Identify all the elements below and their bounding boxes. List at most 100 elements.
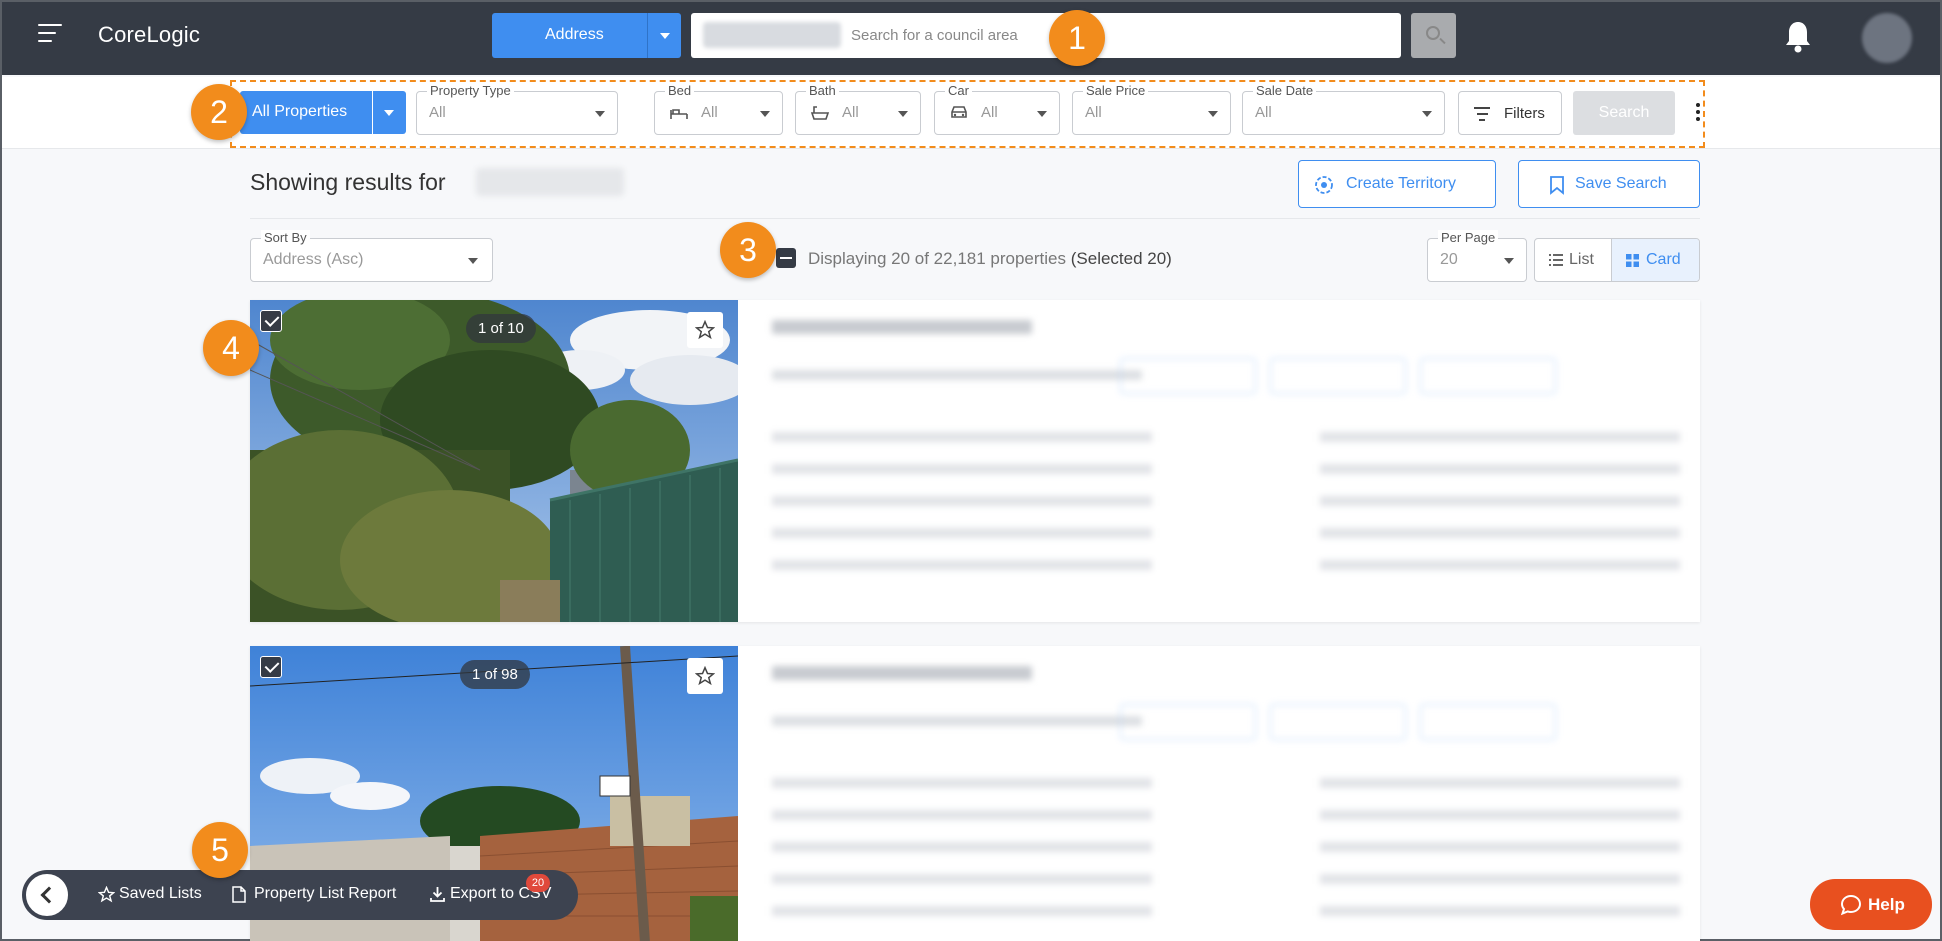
create-territory-label: Create Territory — [1346, 175, 1456, 192]
bed-icon — [670, 109, 688, 119]
list-view-label: List — [1569, 251, 1594, 268]
sort-by-value: Address (Asc) — [263, 251, 364, 268]
app-logo[interactable]: CoreLogic — [98, 22, 200, 48]
property-type-label: Property Type — [427, 83, 514, 98]
car-icon — [951, 106, 967, 118]
step-marker-3: 3 — [720, 222, 776, 278]
top-navbar: CoreLogic Address Search for a council a… — [2, 2, 1940, 75]
target-location-icon — [1315, 176, 1333, 194]
save-search-button[interactable]: Save Search — [1518, 160, 1700, 208]
property-scope-button[interactable]: All Properties — [240, 91, 372, 134]
caret-down-icon — [1208, 111, 1218, 117]
bath-select[interactable]: Bath All — [795, 83, 921, 135]
card-view-label: Card — [1646, 251, 1681, 268]
caret-down-icon — [468, 258, 478, 264]
sale-price-select[interactable]: Sale Price All — [1072, 83, 1231, 135]
sale-date-label: Sale Date — [1253, 83, 1317, 98]
property-type-value: All — [429, 104, 446, 121]
saved-lists-label: Saved Lists — [119, 885, 202, 902]
caret-down-icon — [595, 111, 605, 117]
search-input[interactable]: Search for a council area — [691, 13, 1401, 58]
caret-down-icon — [660, 33, 670, 39]
bath-label: Bath — [806, 83, 839, 98]
sort-by-label: Sort By — [261, 230, 310, 245]
redacted-location-name — [476, 168, 624, 196]
download-icon — [430, 887, 445, 902]
sale-price-label: Sale Price — [1083, 83, 1149, 98]
selected-count: (Selected 20) — [1070, 249, 1172, 268]
more-options-icon[interactable] — [1696, 103, 1700, 123]
caret-down-icon — [1422, 111, 1432, 117]
property-scope-dropdown-toggle[interactable] — [373, 91, 406, 134]
collapse-bar-button[interactable] — [24, 872, 70, 918]
property-photo[interactable] — [250, 300, 738, 622]
filter-search-button[interactable]: Search — [1573, 91, 1675, 135]
step-marker-4: 4 — [203, 320, 259, 376]
step-marker-2: 2 — [191, 84, 247, 140]
help-label: Help — [1868, 895, 1905, 914]
bed-label: Bed — [665, 83, 695, 98]
filters-button-label: Filters — [1504, 105, 1545, 122]
chevron-left-icon — [40, 886, 58, 904]
search-mode-button[interactable]: Address — [492, 13, 647, 58]
photo-counter: 1 of 98 — [460, 660, 530, 689]
sale-date-value: All — [1255, 104, 1272, 121]
list-view-button[interactable]: List — [1535, 239, 1611, 281]
help-button[interactable]: Help — [1810, 879, 1932, 930]
menu-icon[interactable] — [38, 24, 62, 44]
photo-counter: 1 of 10 — [466, 314, 536, 343]
per-page-value: 20 — [1440, 251, 1458, 268]
step-marker-5: 5 — [192, 822, 248, 878]
bottom-action-bar: Saved Lists Property List Report Export … — [22, 870, 578, 920]
bath-icon — [810, 106, 830, 120]
grid-icon — [1626, 254, 1639, 267]
results-count-text: Displaying 20 of 22,181 properties — [808, 249, 1066, 268]
filters-button[interactable]: Filters — [1458, 91, 1562, 135]
property-select-checkbox[interactable] — [260, 656, 282, 678]
bed-value: All — [701, 104, 718, 121]
save-search-label: Save Search — [1575, 175, 1667, 192]
search-mode-dropdown-toggle[interactable] — [647, 13, 681, 58]
sale-price-value: All — [1085, 104, 1102, 121]
car-value: All — [981, 104, 998, 121]
caret-down-icon — [898, 111, 908, 117]
property-select-checkbox[interactable] — [260, 310, 282, 332]
card-view-button[interactable]: Card — [1611, 239, 1699, 281]
caret-down-icon — [1037, 111, 1047, 117]
step-marker-1: 1 — [1049, 10, 1105, 66]
property-details-redacted — [760, 300, 1700, 622]
search-button[interactable] — [1411, 13, 1456, 58]
user-avatar[interactable] — [1862, 13, 1912, 63]
sale-date-select[interactable]: Sale Date All — [1242, 83, 1445, 135]
results-heading: Showing results for — [250, 169, 446, 195]
header-divider — [250, 218, 1700, 219]
car-select[interactable]: Car All — [934, 83, 1060, 135]
property-details-redacted — [760, 646, 1700, 941]
chat-bubble-icon — [1840, 894, 1862, 916]
per-page-select[interactable]: Per Page 20 — [1427, 230, 1527, 282]
search-placeholder: Search for a council area — [851, 27, 1018, 44]
document-icon — [232, 886, 246, 903]
notification-bell-icon[interactable] — [1784, 20, 1812, 54]
sort-by-select[interactable]: Sort By Address (Asc) — [250, 230, 493, 282]
star-icon — [98, 886, 115, 903]
bed-select[interactable]: Bed All — [654, 83, 783, 135]
caret-down-icon — [384, 110, 394, 116]
search-icon — [1426, 26, 1440, 40]
bath-value: All — [842, 104, 859, 121]
create-territory-button[interactable]: Create Territory — [1298, 160, 1496, 208]
favourite-star-icon[interactable] — [687, 658, 723, 694]
property-card[interactable]: 1 of 10 — [250, 300, 1700, 622]
favourite-star-icon[interactable] — [687, 312, 723, 348]
list-icon — [1549, 254, 1563, 266]
street-view-image — [250, 300, 738, 622]
export-count-badge: 20 — [526, 874, 550, 892]
results-count: Displaying 20 of 22,181 properties (Sele… — [808, 249, 1172, 269]
redacted-location-chip — [703, 22, 841, 48]
car-label: Car — [945, 83, 972, 98]
property-list-report-label: Property List Report — [254, 885, 397, 902]
bookmark-icon — [1550, 176, 1564, 195]
property-type-select[interactable]: Property Type All — [416, 83, 618, 135]
filter-lines-icon — [1474, 107, 1490, 125]
select-all-checkbox[interactable] — [776, 248, 796, 268]
